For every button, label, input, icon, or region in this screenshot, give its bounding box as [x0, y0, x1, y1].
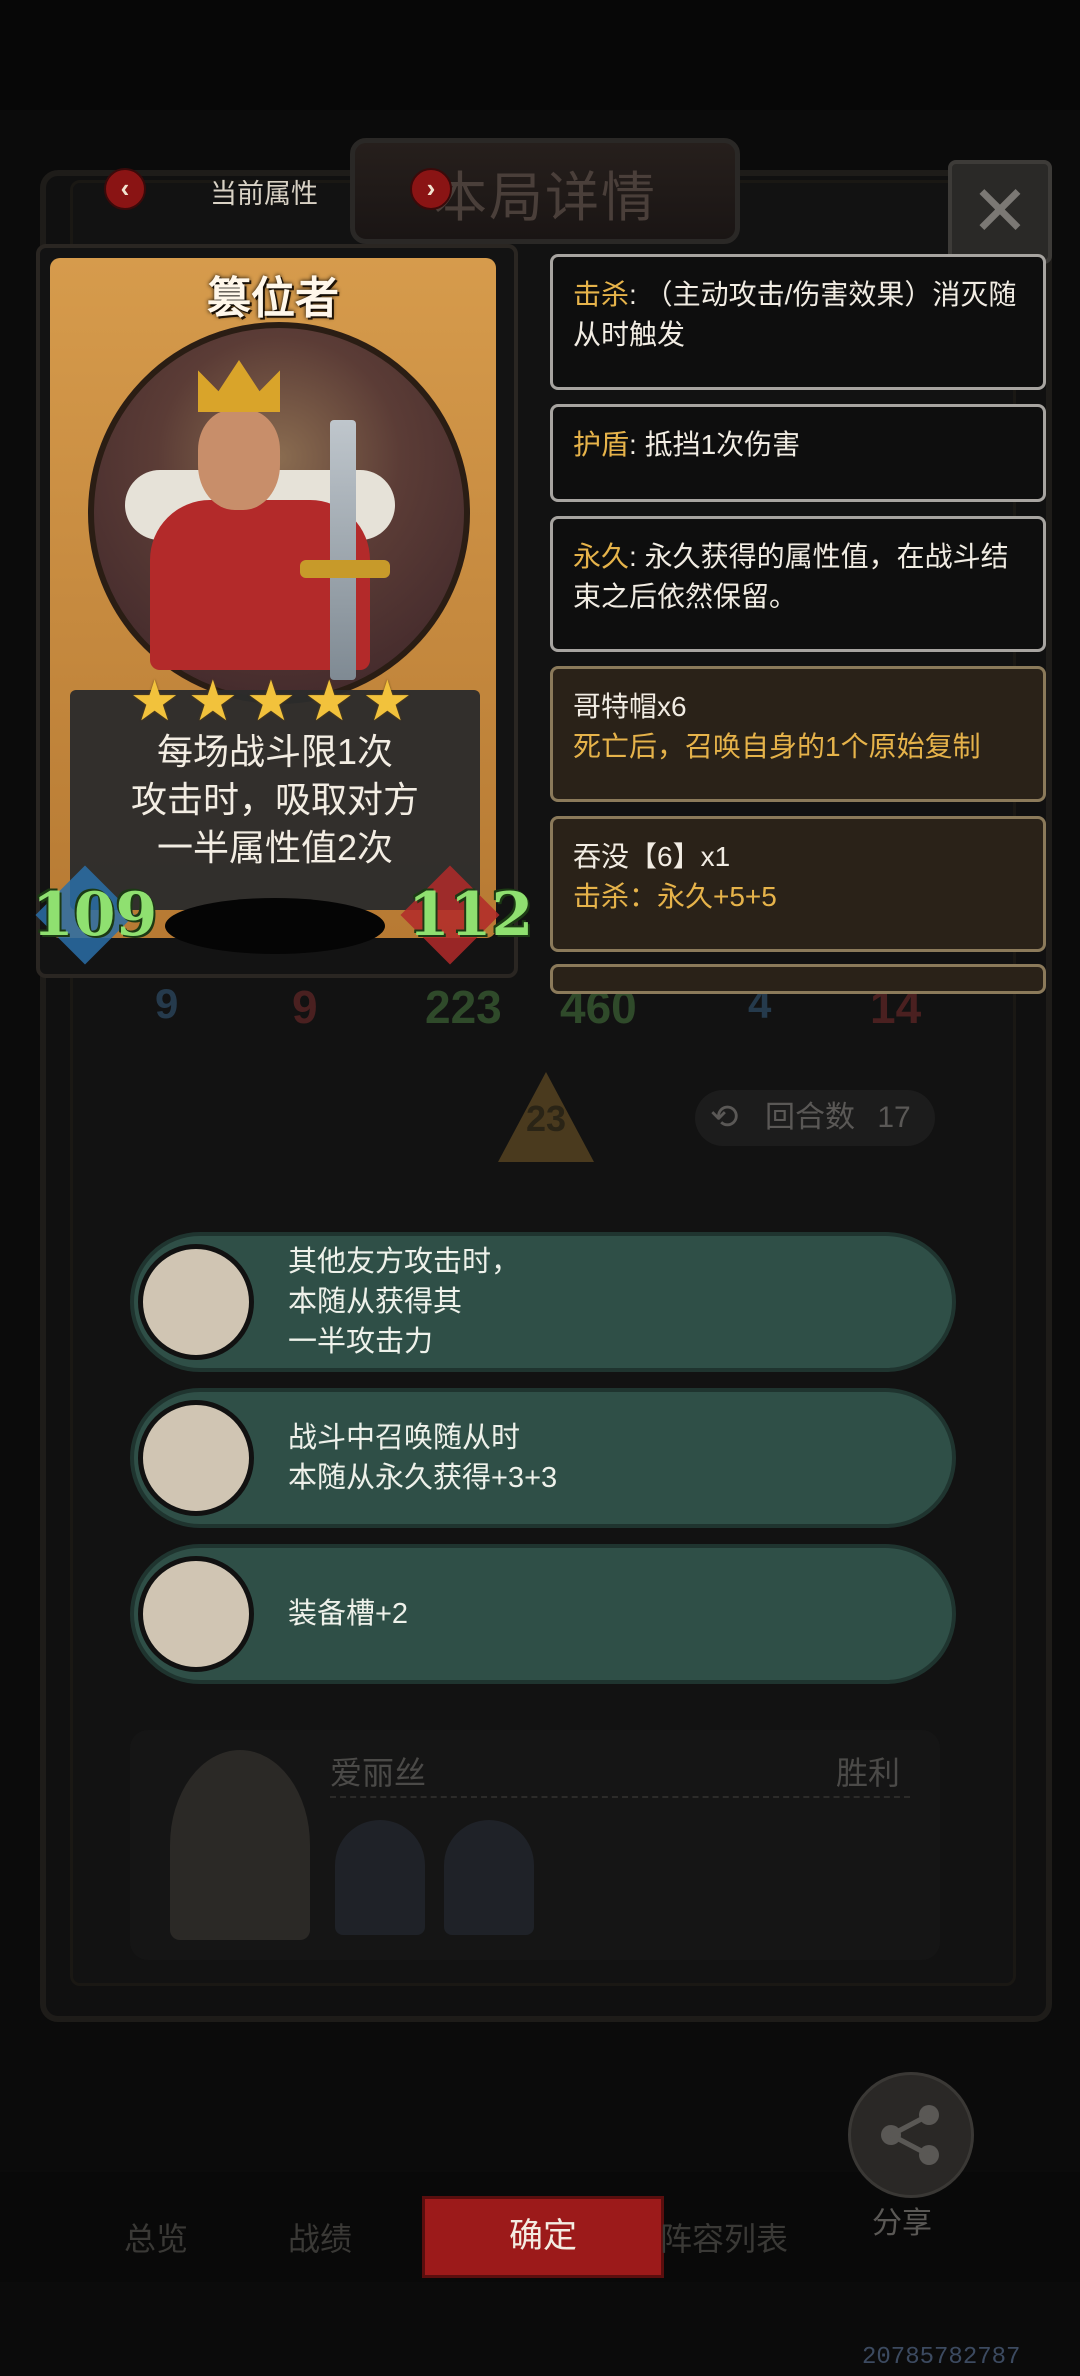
sword-guard: [300, 560, 390, 578]
opponent-name: 爱丽丝: [330, 1755, 427, 1791]
ability-text: 每场战斗限1次 攻击时，吸取对方 一半属性值2次: [70, 728, 480, 872]
trait-line: 战斗中召唤随从时: [288, 1422, 521, 1454]
prev-arrow-button[interactable]: ‹: [104, 168, 146, 210]
keyword-desc: : 抵挡1次伤害: [629, 429, 801, 460]
star-rating: ★★★★★: [129, 669, 421, 732]
unit-thumb: [444, 1820, 534, 1935]
keyword-desc: : 永久获得的属性值，在战斗结束之后依然保留。: [573, 541, 1009, 612]
pig-icon: [138, 1556, 254, 1672]
hero-name: 篡位者: [207, 274, 339, 323]
keyword-desc: : （主动攻击/伤害效果）消灭随从时触发: [573, 279, 1017, 350]
keyword-name: 击杀: [573, 279, 630, 310]
effect-desc: 击杀：永久+5+5: [573, 881, 777, 912]
card-shadow: [165, 898, 385, 954]
keyword-box-kill: 击杀: （主动攻击/伤害效果）消灭随从时触发: [550, 254, 1046, 390]
round-value: 17: [877, 1101, 911, 1134]
opponent-avatar: [170, 1750, 310, 1940]
battle-result: 胜利: [836, 1755, 901, 1791]
effect-title: 吞没【6】x1: [573, 841, 731, 872]
share-icon: [881, 2105, 939, 2165]
current-attribute-label[interactable]: 当前属性: [210, 172, 318, 211]
top-bar: [0, 0, 1080, 110]
keyword-box-shield: 护盾: 抵挡1次伤害: [550, 404, 1046, 502]
share-button[interactable]: [848, 2072, 974, 2198]
tab-record[interactable]: 战绩: [288, 2214, 352, 2260]
unit-attack-stat: 223: [425, 981, 502, 1033]
effect-desc: 死亡后，召唤自身的1个原始复制: [573, 731, 981, 762]
divider: [330, 1796, 910, 1798]
trait-text: 其他友方攻击时， 本随从获得其 一半攻击力: [288, 1242, 520, 1362]
trait-text: 战斗中召唤随从时 本随从永久获得+3+3: [288, 1418, 557, 1498]
effect-box-partial: [550, 964, 1046, 994]
health-value: 112: [408, 880, 534, 950]
user-id: 20785782787: [862, 2344, 1021, 2371]
close-button[interactable]: ✕: [948, 160, 1052, 264]
refresh-icon: ⟲: [710, 1098, 739, 1136]
trait-line: 本随从获得其: [288, 1286, 463, 1318]
next-arrow-button[interactable]: ›: [410, 168, 452, 210]
keyword-name: 永久: [573, 541, 630, 572]
unit-attack-stat: 9: [155, 980, 179, 1027]
effect-box-goth-hat: 哥特帽x6 死亡后，召唤自身的1个原始复制: [550, 666, 1046, 802]
spider-icon: [138, 1400, 254, 1516]
share-label: 分享: [872, 2207, 932, 2240]
trait-text: 装备槽+2: [288, 1594, 408, 1634]
ability-line: 一半属性值2次: [156, 827, 394, 868]
unit-health-stat: 9: [292, 981, 318, 1033]
confirm-button[interactable]: 确定: [422, 2196, 664, 2278]
effect-box-devour: 吞没【6】x1 击杀：永久+5+5: [550, 816, 1046, 952]
round-label: 回合数: [765, 1101, 855, 1134]
title-plate: 本局详情: [350, 138, 740, 244]
effect-title: 哥特帽x6: [573, 691, 687, 722]
ability-line: 攻击时，吸取对方: [130, 779, 419, 820]
staff-icon: [138, 1244, 254, 1360]
unit-thumb: [335, 1820, 425, 1935]
sword-icon: [330, 420, 356, 680]
ability-line: 每场战斗限1次: [156, 731, 394, 772]
level-value: 23: [525, 1098, 567, 1139]
trait-line: 其他友方攻击时，: [288, 1246, 521, 1278]
tab-overview[interactable]: 总览: [124, 2214, 188, 2260]
trait-line: 本随从永久获得+3+3: [288, 1462, 558, 1494]
keyword-box-permanent: 永久: 永久获得的属性值，在战斗结束之后依然保留。: [550, 516, 1046, 652]
tab-lineup[interactable]: 阵容列表: [660, 2214, 788, 2260]
keyword-name: 护盾: [573, 429, 630, 460]
attack-value: 109: [32, 880, 158, 950]
portrait-face: [198, 410, 280, 510]
trait-line: 装备槽+2: [288, 1598, 409, 1630]
trait-line: 一半攻击力: [288, 1326, 434, 1358]
